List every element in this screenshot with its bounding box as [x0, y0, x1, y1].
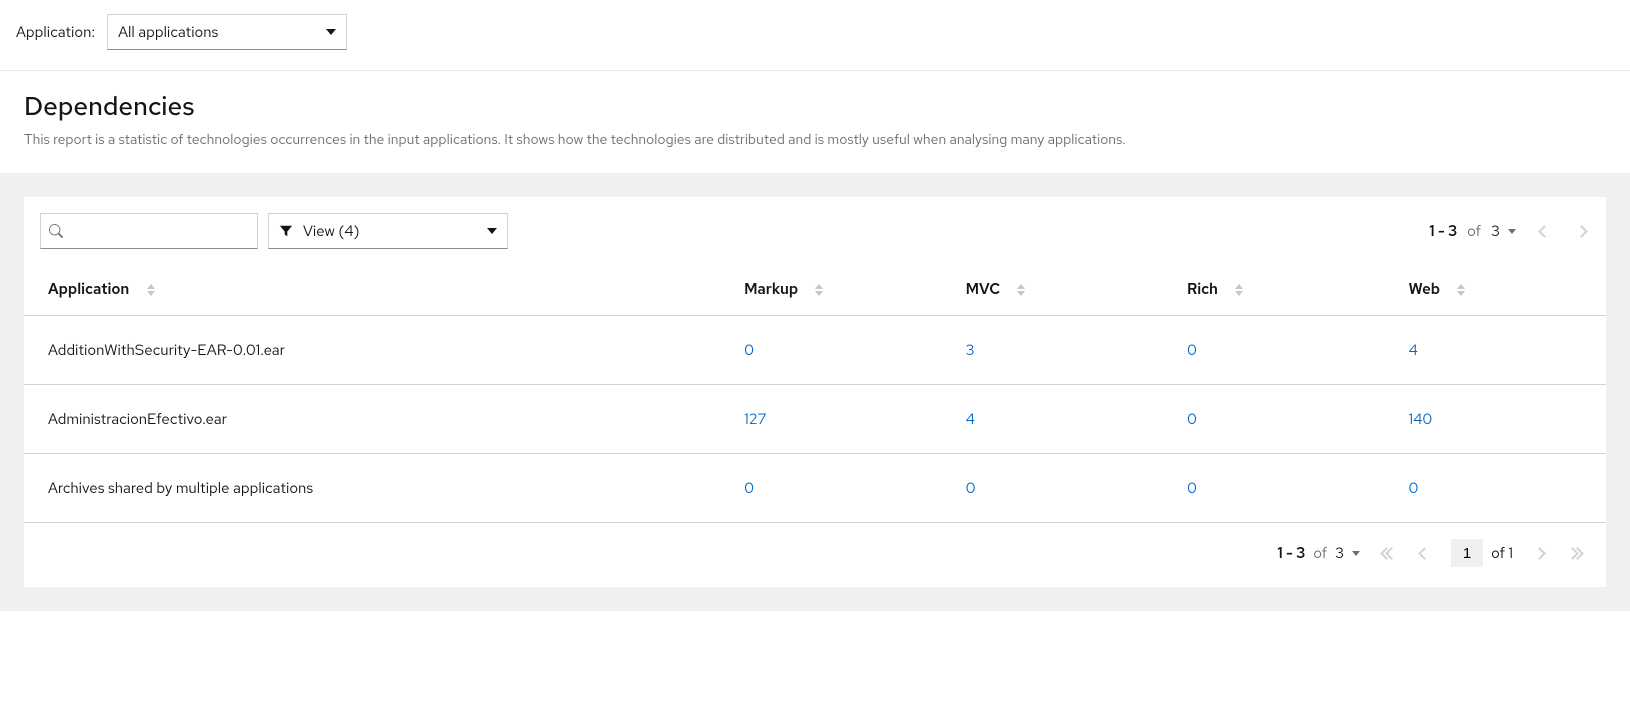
page-total: 1 — [1508, 543, 1513, 563]
cell-rich-link[interactable]: 0 — [1187, 340, 1197, 360]
page-number-input[interactable] — [1451, 539, 1483, 567]
dependencies-table: Application Markup MVC Rich — [24, 261, 1606, 523]
cell-application: Archives shared by multiple applications — [24, 454, 720, 523]
cell-application: AdditionWithSecurity-EAR-0.01.ear — [24, 316, 720, 385]
caret-down-icon — [1352, 551, 1360, 556]
col-header-web[interactable]: Web — [1385, 261, 1607, 316]
search-icon — [49, 224, 63, 238]
application-dropdown-value: All applications — [118, 22, 218, 42]
app-selector-bar: Application: All applications — [0, 0, 1630, 71]
caret-down-icon — [487, 228, 497, 234]
cell-mvc-link[interactable]: 0 — [966, 478, 976, 498]
sort-icon — [1017, 284, 1025, 296]
next-page-button[interactable] — [1573, 223, 1590, 240]
cell-mvc-link[interactable]: 4 — [966, 409, 975, 429]
table-panel: View (4) 1 - 3 of 3 Appli — [24, 197, 1606, 587]
cell-rich-link[interactable]: 0 — [1187, 478, 1197, 498]
next-page-button[interactable] — [1531, 545, 1548, 562]
table-toolbar: View (4) 1 - 3 of 3 — [24, 197, 1606, 261]
col-header-markup[interactable]: Markup — [720, 261, 941, 316]
first-page-button[interactable] — [1378, 545, 1400, 562]
page-header: Dependencies This report is a statistic … — [0, 71, 1630, 173]
chevron-left-icon — [1418, 547, 1431, 560]
page-description: This report is a statistic of technologi… — [24, 131, 1606, 149]
cell-mvc-link[interactable]: 3 — [966, 340, 975, 360]
bottom-pagination: 1 - 3 of 3 of 1 — [24, 523, 1606, 587]
last-page-button[interactable] — [1564, 545, 1586, 562]
chevron-right-icon — [1533, 547, 1546, 560]
prev-page-button[interactable] — [1416, 545, 1433, 562]
caret-down-icon — [1508, 229, 1516, 234]
chevron-double-right-icon — [1568, 549, 1582, 558]
application-dropdown[interactable]: All applications — [107, 14, 347, 50]
sort-icon — [1457, 284, 1465, 296]
cell-markup-link[interactable]: 0 — [744, 478, 754, 498]
sort-icon — [815, 284, 823, 296]
cell-web-link[interactable]: 140 — [1409, 409, 1433, 429]
filter-icon — [279, 224, 293, 238]
search-input[interactable] — [71, 222, 249, 241]
application-label: Application: — [16, 22, 95, 42]
page-of-label: of — [1491, 543, 1505, 563]
range-total: 3 — [1491, 221, 1500, 241]
view-filter-dropdown[interactable]: View (4) — [268, 213, 508, 249]
table-row: AdministracionEfectivo.ear 127 4 0 140 — [24, 385, 1606, 454]
cell-application: AdministracionEfectivo.ear — [24, 385, 720, 454]
sort-icon — [147, 284, 155, 296]
chevron-double-left-icon — [1382, 549, 1396, 558]
sort-icon — [1235, 284, 1243, 296]
top-pagination-range[interactable]: 1 - 3 of 3 — [1429, 221, 1516, 241]
range-current: 1 - 3 — [1429, 221, 1457, 241]
caret-down-icon — [326, 29, 336, 35]
cell-web-link[interactable]: 4 — [1409, 340, 1418, 360]
view-filter-label: View (4) — [303, 221, 360, 241]
range-of: of — [1313, 543, 1327, 563]
cell-rich-link[interactable]: 0 — [1187, 409, 1197, 429]
top-pagination: 1 - 3 of 3 — [1429, 221, 1590, 241]
cell-web-link[interactable]: 0 — [1409, 478, 1419, 498]
page-title: Dependencies — [24, 89, 1606, 123]
range-current: 1 - 3 — [1277, 543, 1305, 563]
range-of: of — [1467, 221, 1481, 241]
col-header-rich[interactable]: Rich — [1163, 261, 1384, 316]
col-header-application[interactable]: Application — [24, 261, 720, 316]
table-row: Archives shared by multiple applications… — [24, 454, 1606, 523]
cell-markup-link[interactable]: 127 — [744, 409, 766, 429]
bottom-pagination-range[interactable]: 1 - 3 of 3 — [1277, 543, 1360, 563]
prev-page-button[interactable] — [1536, 223, 1553, 240]
table-row: AdditionWithSecurity-EAR-0.01.ear 0 3 0 … — [24, 316, 1606, 385]
col-header-mvc[interactable]: MVC — [942, 261, 1163, 316]
cell-markup-link[interactable]: 0 — [744, 340, 754, 360]
content-area: View (4) 1 - 3 of 3 Appli — [0, 173, 1630, 611]
page-indicator: of 1 — [1451, 539, 1513, 567]
search-input-wrapper[interactable] — [40, 213, 258, 249]
range-total: 3 — [1335, 543, 1344, 563]
